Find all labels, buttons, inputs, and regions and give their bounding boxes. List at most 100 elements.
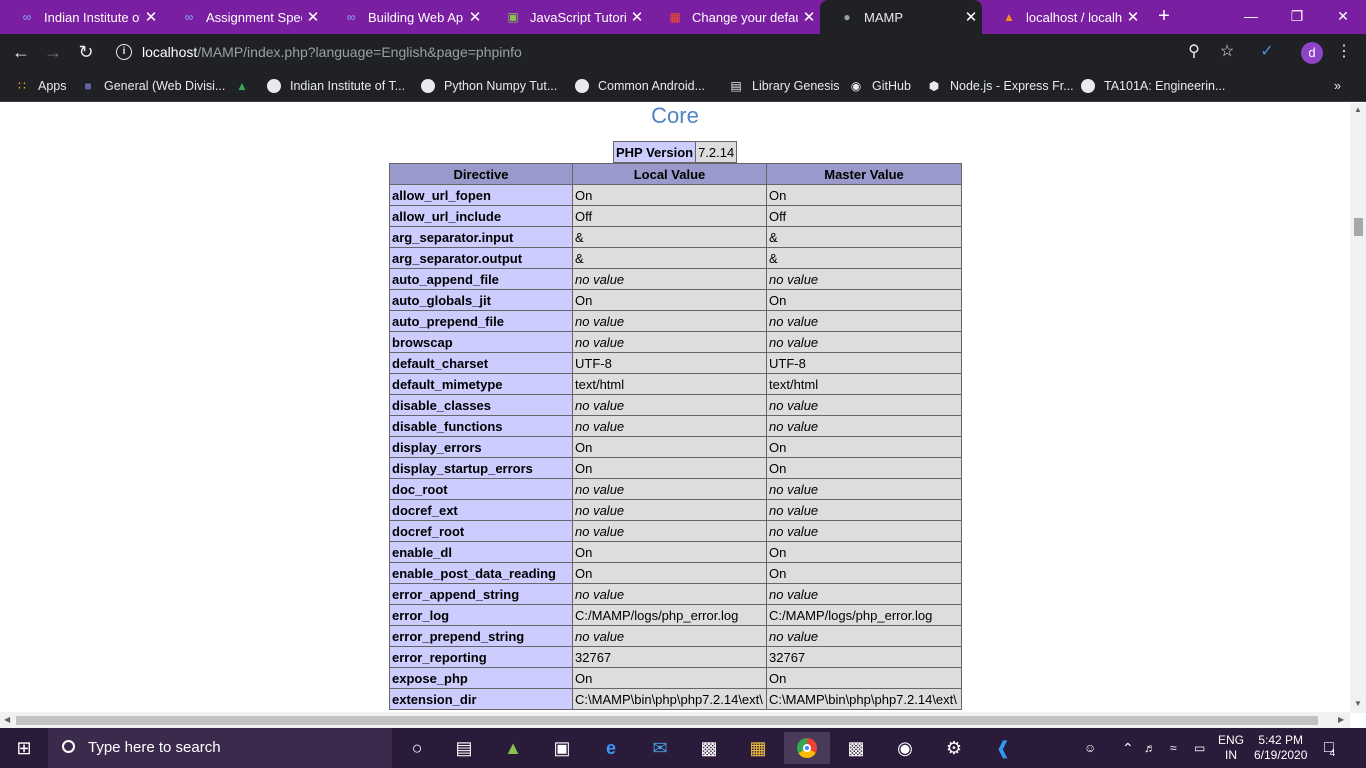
tray-chevron-icon[interactable]: ⌃: [1122, 728, 1134, 768]
table-row: doc_root no value no value: [389, 478, 962, 500]
table-row: display_startup_errors On On: [389, 457, 962, 479]
php-version-label: PHP Version: [612, 141, 697, 163]
battery-icon[interactable]: ▭: [1194, 728, 1205, 768]
vertical-scroll-thumb[interactable]: [1354, 218, 1363, 236]
github-desktop-icon[interactable]: ◉: [882, 732, 928, 764]
tab-title: MAMP: [864, 9, 903, 25]
directive-name: docref_ext: [389, 499, 573, 521]
wifi-icon[interactable]: ≈: [1170, 728, 1177, 768]
master-value: Off: [766, 205, 962, 227]
scroll-down-arrow-icon[interactable]: ▼: [1354, 699, 1362, 708]
close-tab-icon[interactable]: ✕: [464, 8, 486, 26]
table-row: browscap no value no value: [389, 331, 962, 353]
browser-tab[interactable]: ∞ Assignment Specif✕: [162, 0, 324, 34]
extension-check-icon[interactable]: ✓: [1255, 40, 1279, 64]
browser-tab[interactable]: ∞ Indian Institute of ✕: [0, 0, 162, 34]
store-icon[interactable]: ▣: [539, 732, 585, 764]
bookmark-item[interactable]: TA101A: Engineerin...: [1080, 77, 1225, 95]
task-view-icon[interactable]: ▤: [441, 732, 487, 764]
bookmark-item[interactable]: ▤ Library Genesis: [728, 77, 839, 95]
master-value: no value: [766, 583, 962, 605]
scroll-left-arrow-icon[interactable]: ◀: [4, 715, 10, 724]
bookmark-item[interactable]: ▲: [234, 77, 258, 95]
bookmark-star-icon[interactable]: ☆: [1215, 40, 1239, 64]
table-row: disable_classes no value no value: [389, 394, 962, 416]
android-studio-icon[interactable]: ▲: [490, 732, 536, 764]
settings-gear-icon[interactable]: ⚙: [931, 732, 977, 764]
url-host: localhost: [142, 44, 198, 60]
globe-icon: [266, 78, 282, 94]
close-tab-icon[interactable]: ✕: [302, 8, 324, 26]
close-tab-icon[interactable]: ✕: [798, 8, 820, 26]
local-value: no value: [572, 415, 767, 437]
chrome-icon[interactable]: [784, 732, 830, 764]
vertical-scrollbar[interactable]: ▲ ▼: [1350, 103, 1366, 713]
bookmark-item[interactable]: Indian Institute of T...: [266, 77, 405, 95]
terminal-2-icon[interactable]: ▩: [833, 732, 879, 764]
directive-name: default_charset: [389, 352, 573, 374]
php-version-table: PHP Version 7.2.14: [612, 141, 738, 163]
language-code: ENG: [1218, 733, 1245, 747]
people-icon[interactable]: ☺: [1084, 728, 1096, 768]
mail-icon[interactable]: ✉: [637, 732, 683, 764]
close-tab-icon[interactable]: ✕: [960, 8, 982, 26]
bookmark-label: Common Android...: [598, 79, 705, 93]
terminal-icon[interactable]: ▩: [686, 732, 732, 764]
address-bar[interactable]: i localhost/MAMP/index.php?language=Engl…: [108, 38, 1248, 66]
horizontal-scroll-thumb[interactable]: [16, 716, 1318, 725]
notification-center-icon[interactable]: □ 4: [1324, 728, 1335, 768]
close-tab-icon[interactable]: ✕: [140, 8, 162, 26]
back-arrow-icon[interactable]: ←: [8, 40, 34, 64]
forward-arrow-icon[interactable]: →: [40, 40, 66, 64]
close-tab-icon[interactable]: ✕: [626, 8, 648, 26]
table-row: default_mimetype text/html text/html: [389, 373, 962, 395]
master-value: no value: [766, 499, 962, 521]
local-value: no value: [572, 394, 767, 416]
local-value: no value: [572, 583, 767, 605]
taskbar-search-box[interactable]: Type here to search: [48, 728, 392, 768]
master-value: no value: [766, 268, 962, 290]
reload-icon[interactable]: ↻: [73, 40, 99, 64]
minimize-icon[interactable]: —: [1228, 4, 1274, 28]
restore-icon[interactable]: ❐: [1274, 4, 1320, 28]
clock[interactable]: 5:42 PM 6/19/2020: [1254, 728, 1307, 768]
bookmark-label: GitHub: [872, 79, 911, 93]
file-explorer-icon[interactable]: ▦: [735, 732, 781, 764]
bookmark-item[interactable]: ∷ Apps: [14, 77, 66, 95]
local-value: no value: [572, 478, 767, 500]
zoom-icon[interactable]: ⚲: [1182, 40, 1206, 64]
profile-avatar[interactable]: d: [1301, 42, 1323, 64]
cortana-icon[interactable]: ○: [394, 732, 440, 764]
site-info-icon[interactable]: i: [116, 44, 132, 60]
close-tab-icon[interactable]: ✕: [1122, 8, 1144, 26]
scroll-right-arrow-icon[interactable]: ▶: [1338, 715, 1344, 724]
browser-tab[interactable]: ▦ Change your defau ✕: [648, 0, 820, 34]
directives-table: Directive Local Value Master Value allow…: [389, 163, 962, 710]
browser-tab[interactable]: ▲ localhost / localho ✕: [982, 0, 1144, 34]
bookmark-item[interactable]: Common Android...: [574, 77, 705, 95]
browser-tab[interactable]: ● MAMP ✕: [820, 0, 982, 34]
phpmyadmin-icon: ▲: [1003, 10, 1015, 24]
bookmark-item[interactable]: Python Numpy Tut...: [420, 77, 557, 95]
bookmark-item[interactable]: ⬢ Node.js - Express Fr...: [926, 77, 1074, 95]
scroll-up-arrow-icon[interactable]: ▲: [1354, 105, 1362, 114]
browser-tab[interactable]: ∞ Building Web App ✕: [324, 0, 486, 34]
github-icon: ◉: [850, 79, 862, 93]
new-tab-icon[interactable]: +: [1152, 5, 1176, 29]
teams-icon: ■: [84, 79, 92, 93]
windows-icon: ▦: [669, 10, 681, 24]
language-indicator[interactable]: ENG IN: [1218, 728, 1244, 768]
edge-icon[interactable]: e: [588, 732, 634, 764]
browser-toolbar: ← → ↻ i localhost/MAMP/index.php?languag…: [0, 34, 1366, 70]
vscode-icon[interactable]: ❰: [980, 732, 1026, 764]
close-window-icon[interactable]: ✕: [1320, 4, 1366, 28]
browser-tab[interactable]: ▣ JavaScript Tutorial✕: [486, 0, 648, 34]
bookmarks-overflow-icon[interactable]: »: [1334, 77, 1341, 95]
bookmark-item[interactable]: ◉ GitHub: [848, 77, 911, 95]
directive-name: error_log: [389, 604, 573, 626]
windows-start-icon[interactable]: ⊞: [0, 728, 48, 768]
volume-icon[interactable]: ♬: [1144, 728, 1156, 768]
bookmark-item[interactable]: ■ General (Web Divisi...: [80, 77, 225, 95]
horizontal-scrollbar[interactable]: ◀ ▶: [0, 712, 1350, 728]
menu-dots-icon[interactable]: ⋮: [1332, 40, 1356, 64]
